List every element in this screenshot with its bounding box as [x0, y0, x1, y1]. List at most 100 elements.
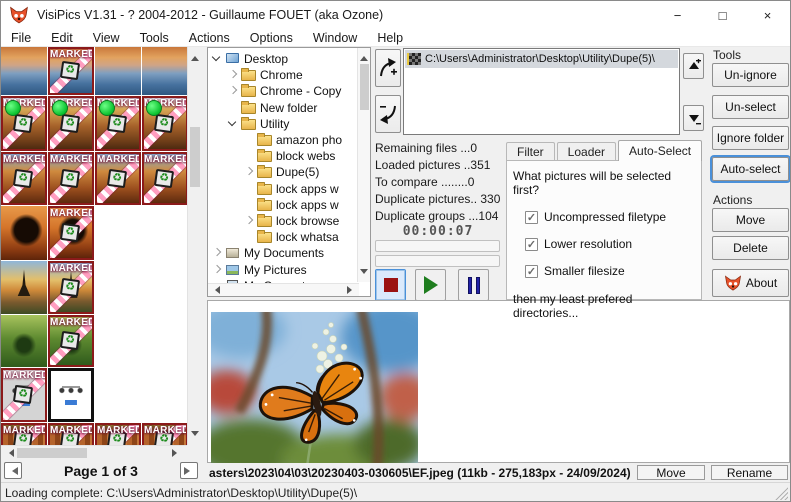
stop-button[interactable]: [375, 269, 406, 301]
expander-chevron-icon[interactable]: [211, 247, 223, 259]
thumbnail[interactable]: MARKED: [95, 423, 141, 445]
menu-item[interactable]: Help: [367, 31, 413, 45]
tree-item[interactable]: block webs: [208, 148, 370, 164]
expander-chevron-icon[interactable]: [243, 150, 255, 162]
menu-item[interactable]: Actions: [179, 31, 240, 45]
tree-item[interactable]: lock whatsa: [208, 229, 370, 245]
tree-vertical-scrollbar[interactable]: [357, 48, 370, 282]
thumbnails-horizontal-scrollbar[interactable]: [1, 445, 187, 459]
tab[interactable]: Loader: [557, 142, 616, 161]
un-select-button[interactable]: Un-select: [712, 95, 789, 119]
thumbnail[interactable]: MARKED: [1, 423, 47, 445]
scroll-up-icon[interactable]: [360, 52, 368, 61]
expander-chevron-icon[interactable]: [211, 264, 223, 276]
thumbnail[interactable]: MARKED: [48, 315, 94, 367]
about-button[interactable]: About: [712, 269, 789, 297]
menu-item[interactable]: Options: [240, 31, 303, 45]
expander-chevron-icon[interactable]: [211, 53, 223, 65]
thumbnail[interactable]: MARKED: [142, 423, 187, 445]
maximize-button[interactable]: □: [700, 1, 745, 29]
thumbnail[interactable]: [1, 315, 47, 367]
thumbnail[interactable]: MARKED: [48, 96, 94, 151]
selected-folder-row[interactable]: C:\Users\Administrator\Desktop\Utility\D…: [405, 50, 678, 68]
auto-select-button[interactable]: Auto-select: [712, 157, 789, 181]
play-button[interactable]: [415, 269, 446, 301]
tree-item[interactable]: My Pictures: [208, 261, 370, 277]
thumbnail[interactable]: MARKED: [48, 47, 94, 95]
add-folder-button[interactable]: [375, 49, 401, 87]
expander-chevron-icon[interactable]: [243, 231, 255, 243]
expander-chevron-icon[interactable]: [243, 166, 255, 178]
thumbnail[interactable]: MARKED: [142, 152, 187, 205]
thumbnail[interactable]: MARKED: [95, 152, 141, 205]
menu-item[interactable]: Edit: [41, 31, 83, 45]
auto-select-option[interactable]: Lower resolution: [525, 237, 695, 251]
expander-chevron-icon[interactable]: [227, 85, 239, 97]
previous-page-icon[interactable]: [4, 462, 22, 479]
thumbnail[interactable]: [95, 47, 141, 95]
tree-item[interactable]: Dupe(5): [208, 164, 370, 180]
scroll-down-icon[interactable]: [191, 431, 199, 440]
auto-select-option[interactable]: Uncompressed filetype: [525, 210, 695, 224]
tree-item[interactable]: amazon pho: [208, 132, 370, 148]
menu-item[interactable]: Window: [303, 31, 367, 45]
thumbnail[interactable]: MARKED: [1, 152, 47, 205]
scroll-thumb[interactable]: [17, 448, 87, 458]
scroll-right-icon[interactable]: [347, 286, 356, 294]
tree-item[interactable]: Chrome: [208, 67, 370, 83]
thumbnail[interactable]: [142, 47, 187, 95]
tree-item[interactable]: Utility: [208, 116, 370, 132]
checkbox[interactable]: [525, 211, 538, 224]
expander-chevron-icon[interactable]: [243, 215, 255, 227]
auto-select-option[interactable]: Smaller filesize: [525, 264, 695, 278]
next-page-icon[interactable]: [180, 462, 198, 479]
ignore-folder-button[interactable]: Ignore folder: [712, 126, 789, 150]
delete-button[interactable]: Delete: [712, 236, 789, 260]
expander-chevron-icon[interactable]: [227, 102, 239, 114]
expander-chevron-icon[interactable]: [243, 183, 255, 195]
tab[interactable]: Auto-Select: [618, 140, 702, 161]
menu-item[interactable]: View: [83, 31, 130, 45]
menu-item[interactable]: Tools: [130, 31, 179, 45]
expander-chevron-icon[interactable]: [227, 69, 239, 81]
close-button[interactable]: ×: [745, 1, 790, 29]
thumbnail[interactable]: MARKED: [48, 423, 94, 445]
tree-item[interactable]: Chrome - Copy: [208, 83, 370, 99]
remove-folder-button[interactable]: [375, 95, 401, 133]
tree-item[interactable]: Desktop: [208, 51, 370, 67]
scroll-up-icon[interactable]: [191, 52, 199, 61]
priority-up-button[interactable]: [683, 53, 704, 79]
expander-chevron-icon[interactable]: [243, 199, 255, 211]
thumbnail[interactable]: [1, 206, 47, 260]
thumbnail[interactable]: [48, 368, 94, 422]
source-folder-list[interactable]: C:\Users\Administrator\Desktop\Utility\D…: [403, 48, 680, 135]
scroll-left-icon[interactable]: [5, 449, 14, 457]
tree-item[interactable]: lock apps w: [208, 181, 370, 197]
expander-chevron-icon[interactable]: [243, 134, 255, 146]
scroll-down-icon[interactable]: [360, 269, 368, 278]
thumbnail[interactable]: MARKED: [48, 261, 94, 314]
thumbnail[interactable]: MARKED: [1, 96, 47, 151]
thumbnail[interactable]: [1, 47, 47, 95]
tree-item[interactable]: lock browse: [208, 213, 370, 229]
thumbnails-vertical-scrollbar[interactable]: [187, 47, 201, 445]
scroll-thumb[interactable]: [360, 64, 369, 110]
tree-item[interactable]: lock apps w: [208, 197, 370, 213]
un-ignore-button[interactable]: Un-ignore: [712, 63, 789, 87]
tree-item[interactable]: New folder: [208, 100, 370, 116]
scroll-left-icon[interactable]: [211, 286, 220, 294]
checkbox[interactable]: [525, 238, 538, 251]
scroll-right-icon[interactable]: [172, 449, 181, 457]
scroll-thumb[interactable]: [190, 127, 200, 187]
expander-chevron-icon[interactable]: [227, 118, 239, 130]
minimize-button[interactable]: −: [655, 1, 700, 29]
tab[interactable]: Filter: [506, 142, 555, 161]
checkbox[interactable]: [525, 265, 538, 278]
pause-button[interactable]: [458, 269, 489, 301]
thumbnail[interactable]: MARKED: [1, 368, 47, 422]
thumbnail[interactable]: [1, 261, 47, 314]
thumbnail[interactable]: MARKED: [95, 96, 141, 151]
resize-grip[interactable]: [775, 487, 788, 500]
rename-file-button[interactable]: Rename: [711, 465, 788, 480]
thumbnail[interactable]: MARKED: [48, 206, 94, 260]
